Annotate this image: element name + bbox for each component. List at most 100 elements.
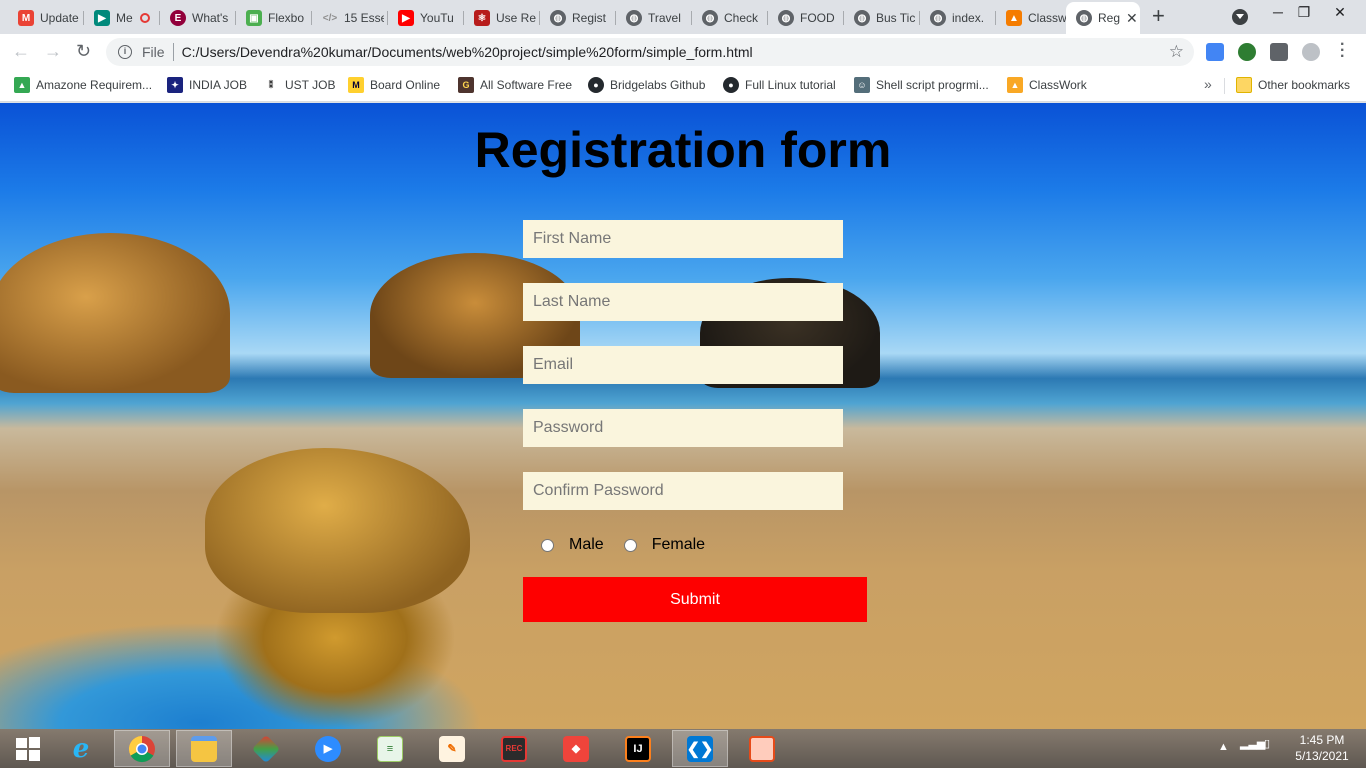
taskbar-app[interactable] [176, 730, 232, 767]
tab-6[interactable]: ⚛ Use Re [464, 4, 540, 32]
tab-5[interactable]: ▶ YouTu [388, 4, 464, 32]
forward-button[interactable]: → [44, 41, 62, 61]
bookmark-item[interactable]: ● Bridgelabs Github [588, 77, 705, 93]
bookmark-item[interactable]: ⁑ UST JOB [263, 77, 336, 93]
person-icon: ☺ [854, 77, 870, 93]
classroom-icon: ▲ [1007, 77, 1023, 93]
translate-icon[interactable] [1206, 43, 1224, 61]
tab-active[interactable]: ◍ Reg ✕ [1066, 2, 1140, 34]
taskbar-app[interactable]: ▶ [300, 730, 356, 767]
gmail-icon: M [18, 10, 34, 26]
tab-11[interactable]: ◍ Bus Tic [844, 4, 920, 32]
presentation-icon [749, 735, 775, 762]
rock-formation [0, 233, 230, 393]
chrome-icon [128, 735, 155, 762]
battery-icon[interactable]: ▯ [1264, 737, 1270, 750]
globe-icon: ◍ [930, 10, 946, 26]
browser-toolbar: ← → ↻ i File C:/Users/Devendra%20kumar/D… [0, 34, 1366, 70]
tab-13[interactable]: ▲ Classw [996, 4, 1066, 32]
gender-radio-group: Male Female [541, 536, 725, 554]
tab-9[interactable]: ◍ Check [692, 4, 768, 32]
address-bar[interactable]: i File C:/Users/Devendra%20kumar/Documen… [106, 38, 1194, 66]
taskbar-app[interactable]: IJ [610, 730, 666, 767]
tab-0[interactable]: M Update [8, 4, 84, 32]
tab-1[interactable]: ▶ Me [84, 4, 160, 32]
taskbar-app[interactable]: ≡ [362, 730, 418, 767]
internet-explorer-icon: e [72, 733, 90, 764]
new-tab-button[interactable]: + [1152, 5, 1165, 27]
code-icon: </> [322, 12, 338, 24]
taskbar-app[interactable]: e [53, 730, 109, 767]
profile-avatar-icon[interactable] [1302, 43, 1320, 61]
female-radio[interactable] [623, 538, 637, 552]
globe-icon: ◍ [854, 10, 870, 26]
more-bookmarks-chevron-icon[interactable]: » [1204, 76, 1212, 92]
last-name-input[interactable] [523, 283, 843, 321]
other-bookmarks[interactable]: Other bookmarks [1236, 77, 1350, 93]
globe-icon: ◍ [778, 10, 794, 26]
extension-globe-icon[interactable] [1238, 43, 1256, 61]
scheme-label: File [142, 44, 165, 60]
paint-icon: ✎ [439, 735, 465, 762]
globe-icon: ◍ [702, 10, 718, 26]
flexbox-icon: ▣ [246, 10, 262, 26]
extensions-puzzle-icon[interactable] [1270, 43, 1288, 61]
miro-icon: M [348, 77, 364, 93]
file-explorer-icon [191, 735, 217, 762]
email-input[interactable] [523, 346, 843, 384]
confirm-password-input[interactable] [523, 472, 843, 510]
tab-2[interactable]: E What's [160, 4, 236, 32]
taskbar-app[interactable] [734, 730, 790, 767]
show-hidden-icons-icon[interactable]: ▲ [1218, 741, 1229, 753]
male-radio[interactable] [541, 538, 554, 552]
url-text[interactable]: C:/Users/Devendra%20kumar/Documents/web%… [182, 44, 753, 60]
globe-icon: ◍ [1076, 10, 1092, 26]
menu-kebab-icon[interactable]: · · · [1340, 37, 1345, 65]
taskbar-app[interactable]: ❮❯ [672, 730, 728, 767]
bookmark-item[interactable]: ✦ INDIA JOB [167, 77, 247, 93]
system-clock[interactable]: 1:45 PM 5/13/2021 [1288, 732, 1356, 764]
taskbar-app[interactable]: REC [486, 730, 542, 767]
bookmark-item[interactable]: ▲ ClassWork [1007, 77, 1087, 93]
bookmark-item[interactable]: M Board Online [348, 77, 440, 93]
tab-3[interactable]: ▣ Flexbo [236, 4, 312, 32]
taskbar-app[interactable] [114, 730, 170, 767]
bookmark-item[interactable]: ● Full Linux tutorial [723, 77, 836, 93]
taskbar-app[interactable]: ✎ [424, 730, 480, 767]
indiajob-icon: ✦ [167, 77, 183, 93]
meet-icon: ▶ [94, 10, 110, 26]
bookmark-item[interactable]: G All Software Free [458, 77, 572, 93]
close-window-button[interactable]: ✕ [1318, 2, 1362, 22]
tab-search-button[interactable] [1232, 9, 1248, 25]
female-label: Female [651, 536, 706, 553]
male-label: Male [569, 536, 604, 553]
info-icon[interactable]: i [118, 45, 132, 59]
tab-10[interactable]: ◍ FOOD [768, 4, 844, 32]
tab-8[interactable]: ◍ Travel [616, 4, 692, 32]
bookmark-item[interactable]: ☺ Shell script progrmi... [854, 77, 989, 93]
tab-7[interactable]: ◍ Regist [540, 4, 616, 32]
taskbar-app[interactable] [238, 730, 294, 767]
back-button[interactable]: ← [12, 41, 30, 61]
bookmark-star-icon[interactable]: ☆ [1169, 42, 1184, 62]
network-signal-icon[interactable]: ▂▃▅ [1240, 737, 1265, 750]
password-input[interactable] [523, 409, 843, 447]
notepad-icon: ≡ [377, 735, 403, 762]
tab-4[interactable]: </> 15 Esse [312, 4, 388, 32]
start-button[interactable] [0, 730, 56, 767]
reload-button[interactable]: ↻ [76, 41, 91, 61]
recording-icon [140, 13, 150, 23]
page-viewport: Registration form Male Female Submit [0, 103, 1366, 729]
taskbar-app[interactable]: ◆ [548, 730, 604, 767]
clock-time: 1:45 PM [1299, 733, 1345, 747]
close-tab-icon[interactable]: ✕ [1126, 10, 1138, 27]
submit-button[interactable]: Submit [523, 577, 867, 622]
page-title: Registration form [474, 122, 892, 178]
zoom-icon: ▶ [315, 735, 341, 762]
bookmark-item[interactable]: ▲ Amazone Requirem... [14, 77, 152, 93]
tab-12[interactable]: ◍ index. [920, 4, 996, 32]
elementor-icon: E [170, 10, 186, 26]
git-icon [251, 734, 281, 763]
tab-strip: M Update ▶ Me E What's ▣ Flexbo </> 15 Esse ▶… [0, 0, 1366, 34]
first-name-input[interactable] [523, 220, 843, 258]
